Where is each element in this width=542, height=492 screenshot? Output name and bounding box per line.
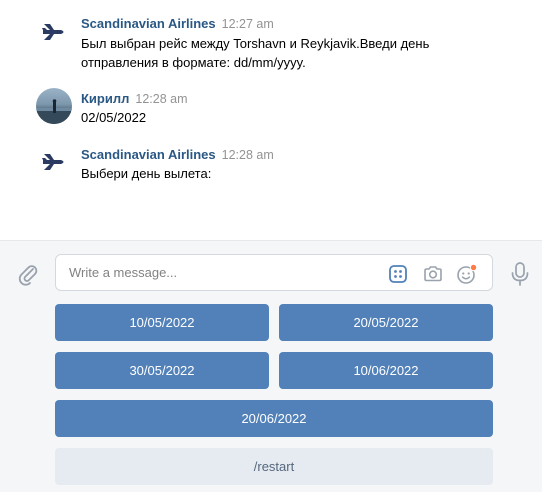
message-line: отправления в формате: dd/mm/yyyy. — [81, 55, 306, 70]
airline-avatar[interactable] — [36, 144, 72, 180]
message-text: Выбери день вылета: — [81, 164, 481, 183]
keyboard-grid-icon[interactable] — [387, 263, 409, 285]
paperclip-icon[interactable] — [16, 262, 40, 286]
camera-icon[interactable] — [422, 263, 444, 285]
message-item: Scandinavian Airlines 12:28 am Выбери ден… — [0, 144, 542, 184]
message-item: Scandinavian Airlines 12:27 am Был выбран… — [0, 14, 542, 74]
message-line: Был выбран рейс между Torshavn и Reykjav… — [81, 36, 430, 51]
message-item: Кирилл 12:28 am 02/05/2022 — [0, 88, 542, 128]
message-time: 12:28 am — [221, 148, 274, 162]
microphone-icon[interactable] — [508, 261, 532, 287]
restart-button[interactable]: /restart — [55, 448, 493, 485]
message-author[interactable]: Кирилл — [81, 91, 129, 106]
date-button[interactable]: 20/06/2022 — [55, 400, 493, 437]
date-button[interactable]: 20/05/2022 — [279, 304, 493, 341]
airline-avatar[interactable] — [36, 14, 72, 50]
message-line: 02/05/2022 — [81, 110, 147, 125]
message-time: 12:27 am — [221, 17, 274, 31]
emoji-icon[interactable] — [455, 263, 478, 285]
date-button[interactable]: 10/05/2022 — [55, 304, 269, 341]
airplane-logo-icon — [42, 24, 64, 40]
user-photo-icon — [36, 99, 72, 124]
notification-dot — [469, 263, 478, 272]
date-button[interactable]: 30/05/2022 — [55, 352, 269, 389]
message-input[interactable]: Write a message... — [55, 254, 493, 291]
message-time: 12:28 am — [135, 92, 188, 106]
message-history: Scandinavian Airlines 12:27 am Был выбран… — [0, 0, 542, 240]
user-avatar[interactable] — [36, 88, 72, 124]
message-line: Выбери день вылета: — [81, 166, 212, 181]
airplane-logo-icon — [42, 154, 64, 170]
message-text: Был выбран рейс между Torshavn и Reykjav… — [81, 34, 481, 72]
message-input-placeholder: Write a message... — [69, 265, 178, 280]
date-button[interactable]: 10/06/2022 — [279, 352, 493, 389]
message-author[interactable]: Scandinavian Airlines — [81, 147, 216, 162]
message-author[interactable]: Scandinavian Airlines — [81, 16, 216, 31]
message-text: 02/05/2022 — [81, 108, 481, 127]
